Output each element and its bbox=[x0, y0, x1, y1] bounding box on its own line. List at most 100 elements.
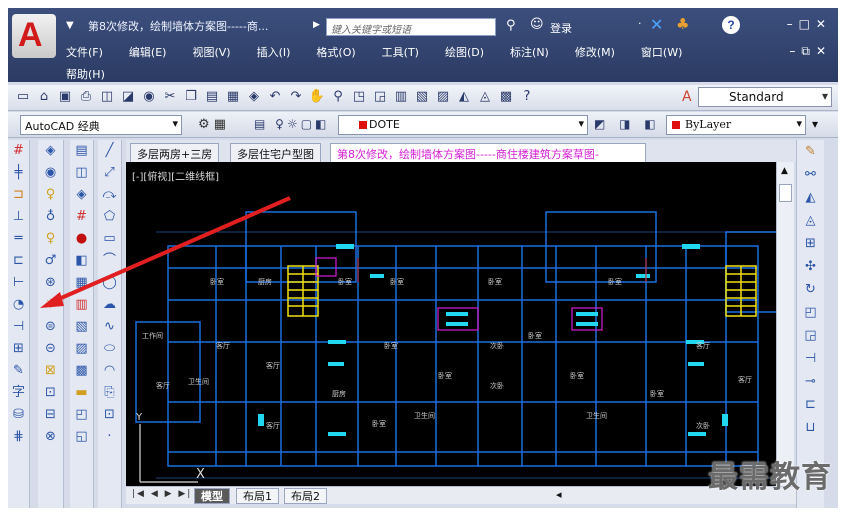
menu-tools[interactable]: 工具(T) bbox=[382, 44, 419, 60]
layer-state-icons[interactable]: ◩ ◨ ◧ bbox=[594, 117, 661, 131]
new-icon[interactable]: ▭ bbox=[14, 88, 32, 106]
properties-icon[interactable]: ▥ bbox=[392, 88, 410, 106]
baseline-icon[interactable]: ═ bbox=[10, 230, 28, 248]
workspace-settings-icon[interactable]: ⚙ ▦ bbox=[198, 117, 226, 132]
layer-select[interactable]: DOTE bbox=[338, 115, 588, 135]
radius-icon[interactable]: ◔ bbox=[10, 296, 28, 314]
file-tab[interactable]: 多层两房+三房 bbox=[130, 143, 220, 162]
sheet-set-icon[interactable]: ◭ bbox=[455, 88, 473, 106]
title-expand-icon[interactable]: ▶ bbox=[313, 20, 320, 30]
grid-icon[interactable]: ⋕ bbox=[10, 428, 28, 446]
revcloud-icon[interactable]: ☁ bbox=[101, 296, 119, 314]
stretch-icon[interactable]: ◲ bbox=[802, 327, 820, 345]
menu-modify[interactable]: 修改(M) bbox=[575, 44, 615, 60]
move-icon[interactable]: ✣ bbox=[802, 258, 820, 276]
toolbar-overflow-icon[interactable]: ▾ bbox=[812, 117, 818, 131]
arc-icon[interactable]: ⌒ bbox=[101, 252, 119, 270]
ellipse-arc-icon[interactable]: ◠ bbox=[101, 362, 119, 380]
layout1-tab[interactable]: 布局1 bbox=[236, 488, 279, 504]
layer-iso-icon[interactable]: ⊛ bbox=[42, 274, 60, 292]
quick-access-dropdown-icon[interactable]: ▼ bbox=[66, 20, 74, 31]
layer-off-icon[interactable]: ☼ bbox=[42, 296, 60, 314]
insert-block-icon[interactable]: ⎘ bbox=[101, 384, 119, 402]
extend-icon[interactable]: ⊸ bbox=[802, 373, 820, 391]
workspace-select[interactable]: AutoCAD 经典 bbox=[20, 115, 182, 135]
menu-insert[interactable]: 插入(I) bbox=[257, 44, 291, 60]
polygon-icon[interactable]: ⬠ bbox=[101, 208, 119, 226]
markup-icon[interactable]: ◬ bbox=[476, 88, 494, 106]
make-block-icon[interactable]: ⊡ bbox=[101, 406, 119, 424]
erase-icon[interactable]: ✎ bbox=[802, 143, 820, 161]
file-tab-active[interactable]: 第8次修改，绘制墙体方案图-----商住楼建筑方案草图- bbox=[330, 143, 646, 162]
linear-dim-icon[interactable]: ⊐ bbox=[10, 186, 28, 204]
layer-prev-icon[interactable]: ⊡ bbox=[42, 384, 60, 402]
tool-c-icon[interactable]: ◈ bbox=[73, 186, 91, 204]
copy-icon[interactable]: ❐ bbox=[182, 88, 200, 106]
design-center-icon[interactable]: ▧ bbox=[413, 88, 431, 106]
paste-icon[interactable]: ▤ bbox=[203, 88, 221, 106]
print-icon[interactable]: ⎙ bbox=[77, 88, 95, 106]
break-icon[interactable]: ⊏ bbox=[802, 396, 820, 414]
polyline-icon[interactable]: ⤼ bbox=[101, 186, 119, 204]
array-icon[interactable]: ⊞ bbox=[802, 235, 820, 253]
pen-icon[interactable]: ✎ bbox=[10, 362, 28, 380]
cut-icon[interactable]: ✂ bbox=[161, 88, 179, 106]
offset-icon[interactable]: ◬ bbox=[802, 212, 820, 230]
tool-palette-icon[interactable]: ▨ bbox=[434, 88, 452, 106]
mirror-icon[interactable]: ◭ bbox=[802, 189, 820, 207]
layer-icon[interactable]: ◈ bbox=[42, 142, 60, 160]
help-search-input[interactable]: 键入关键字或短语 bbox=[326, 18, 496, 36]
block-icon[interactable]: ◈ bbox=[245, 88, 263, 106]
layer-translate-icon[interactable]: ⊟ bbox=[42, 406, 60, 424]
zoom-previous-icon[interactable]: ◲ bbox=[371, 88, 389, 106]
model-tab[interactable]: 模型 bbox=[194, 488, 230, 504]
a360-icon[interactable]: ♣ bbox=[676, 15, 689, 33]
preview-icon[interactable]: ◫ bbox=[98, 88, 116, 106]
dim-icon[interactable]: ⊥ bbox=[10, 208, 28, 226]
point-icon[interactable]: · bbox=[101, 428, 119, 446]
tool-g-icon[interactable]: ▦ bbox=[73, 274, 91, 292]
layer-lock-icon[interactable]: ♀ bbox=[42, 230, 60, 248]
construction-line-icon[interactable]: ⤢ bbox=[101, 164, 119, 182]
tool-k-icon[interactable]: ▩ bbox=[73, 362, 91, 380]
continue-icon[interactable]: ⊢ bbox=[10, 274, 28, 292]
layer-freeze-icon[interactable]: ♁ bbox=[42, 208, 60, 226]
app-menu-button[interactable]: A bbox=[12, 14, 56, 58]
table-icon[interactable]: ╪ bbox=[10, 164, 28, 182]
tool-f-icon[interactable]: ◧ bbox=[73, 252, 91, 270]
scale-icon[interactable]: ◰ bbox=[802, 304, 820, 322]
menu-draw[interactable]: 绘图(D) bbox=[445, 44, 484, 60]
login-link[interactable]: 登录 bbox=[550, 20, 572, 36]
binoculars-search-icon[interactable]: ⚲ bbox=[506, 18, 516, 33]
layer-states-icon[interactable]: ◉ bbox=[42, 164, 60, 182]
tool-d-icon[interactable]: # bbox=[73, 208, 91, 226]
window-controls[interactable]: –□✕ bbox=[787, 17, 832, 31]
undo-icon[interactable]: ↶ bbox=[266, 88, 284, 106]
ordinate-icon[interactable]: ⊏ bbox=[10, 252, 28, 270]
layer-match-icon[interactable]: ♂ bbox=[42, 252, 60, 270]
menu-view[interactable]: 视图(V) bbox=[192, 44, 230, 60]
join-icon[interactable]: ⊔ bbox=[802, 419, 820, 437]
match-icon[interactable]: ▦ bbox=[224, 88, 242, 106]
open-icon[interactable]: ⌂ bbox=[35, 88, 53, 106]
tolerance-icon[interactable]: ⊞ bbox=[10, 340, 28, 358]
circle-icon[interactable]: ◯ bbox=[101, 274, 119, 292]
text-style-select[interactable]: Standard bbox=[698, 87, 832, 107]
tool-h-icon[interactable]: ▥ bbox=[73, 296, 91, 314]
exchange-icon[interactable]: ✕ bbox=[650, 15, 663, 34]
redo-icon[interactable]: ↷ bbox=[287, 88, 305, 106]
layer-on-icon[interactable]: ♀ bbox=[42, 186, 60, 204]
ellipse-icon[interactable]: ⬭ bbox=[101, 340, 119, 358]
help-book-icon[interactable]: ? bbox=[518, 88, 536, 106]
tool-m-icon[interactable]: ◰ bbox=[73, 406, 91, 424]
line-icon[interactable]: ╱ bbox=[101, 142, 119, 160]
layer-walk-icon[interactable]: ⊜ bbox=[42, 318, 60, 336]
menu-dimension[interactable]: 标注(N) bbox=[510, 44, 549, 60]
tool-e-icon[interactable]: ● bbox=[73, 230, 91, 248]
text-style-icon[interactable]: A bbox=[682, 89, 692, 105]
color-select[interactable]: ByLayer bbox=[666, 115, 806, 135]
save-icon[interactable]: ▣ bbox=[56, 88, 74, 106]
calculator-icon[interactable]: ▩ bbox=[497, 88, 515, 106]
layer-compare-icon[interactable]: ⊗ bbox=[42, 428, 60, 446]
scroll-up-icon[interactable]: ▲ bbox=[781, 166, 788, 176]
